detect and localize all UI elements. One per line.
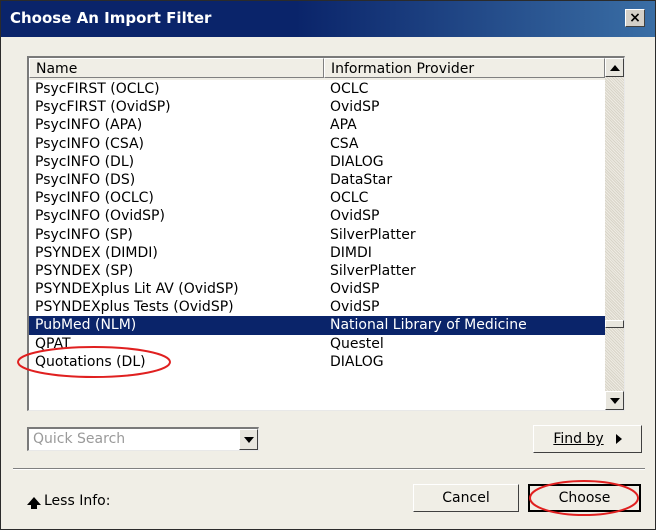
column-header-provider[interactable]: Information Provider xyxy=(324,58,605,78)
close-icon: × xyxy=(629,10,641,26)
row-name: PSYNDEX (DIMDI) xyxy=(35,244,158,261)
list-row[interactable]: PsycFIRST (OvidSP) OvidSP xyxy=(29,98,605,116)
row-provider: APA xyxy=(330,117,357,134)
row-name: PSYNDEXplus Tests (OvidSP) xyxy=(35,299,234,316)
scroll-down-button[interactable] xyxy=(605,391,624,410)
row-name: PsycINFO (DL) xyxy=(35,153,135,170)
list-row[interactable]: PsycINFO (CSA) CSA xyxy=(29,135,605,153)
vertical-scrollbar[interactable] xyxy=(605,58,624,410)
column-header-name[interactable]: Name xyxy=(29,58,324,78)
chevron-down-icon xyxy=(243,436,254,443)
list-row[interactable]: QPAT Questel xyxy=(29,335,605,353)
dialog-title: Choose An Import Filter xyxy=(10,9,212,27)
close-button[interactable]: × xyxy=(625,9,645,27)
row-provider: DIALOG xyxy=(330,353,384,370)
row-provider: CSA xyxy=(330,135,359,152)
row-name: PSYNDEX (SP) xyxy=(35,262,134,279)
row-provider: DIMDI xyxy=(330,244,372,261)
row-name: PsycINFO (DS) xyxy=(35,171,136,188)
arrow-right-icon xyxy=(615,434,622,444)
row-provider: DIALOG xyxy=(330,153,384,170)
list-row[interactable]: PsycINFO (OvidSP) OvidSP xyxy=(29,207,605,225)
row-name: Quotations (DL) xyxy=(35,353,146,370)
list-row[interactable]: PSYNDEXplus Tests (OvidSP) OvidSP xyxy=(29,298,605,316)
row-provider: OCLC xyxy=(330,190,369,207)
list-row[interactable]: PsycFIRST (OCLC) OCLC xyxy=(29,80,605,98)
row-provider: SilverPlatter xyxy=(330,226,416,243)
row-name: PsycINFO (APA) xyxy=(35,117,143,134)
cancel-button[interactable]: Cancel xyxy=(413,484,519,512)
choose-button[interactable]: Choose xyxy=(528,484,641,512)
arrow-down-icon xyxy=(609,397,620,404)
row-provider: National Library of Medicine xyxy=(330,317,527,334)
row-name: PsycINFO (SP) xyxy=(35,226,133,243)
list-row[interactable]: PsycINFO (APA) APA xyxy=(29,116,605,134)
arrow-up-icon xyxy=(609,64,620,71)
list-row[interactable]: PsycINFO (OCLC) OCLC xyxy=(29,189,605,207)
row-name: PSYNDEXplus Lit AV (OvidSP) xyxy=(35,281,239,298)
row-provider: OvidSP xyxy=(330,299,380,316)
row-name: PubMed (NLM) xyxy=(35,317,137,334)
list-row[interactable]: PsycINFO (DS) DataStar xyxy=(29,171,605,189)
separator xyxy=(13,468,645,470)
list-row[interactable]: PSYNDEX (SP) SilverPlatter xyxy=(29,262,605,280)
row-provider: OvidSP xyxy=(330,99,380,116)
import-filter-dialog: Choose An Import Filter × Name Informati… xyxy=(0,0,656,530)
find-by-label: Find by xyxy=(553,431,604,447)
scroll-up-button[interactable] xyxy=(605,58,624,77)
row-provider: DataStar xyxy=(330,171,393,188)
list-rows: PsycFIRST (OCLC) OCLC PsycFIRST (OvidSP) Ov… xyxy=(29,80,605,371)
less-info-toggle[interactable]: Less Info: xyxy=(27,493,110,509)
quick-search-combo[interactable]: Quick Search xyxy=(27,427,259,451)
find-by-button[interactable]: Find by xyxy=(533,425,642,453)
quick-search-dropdown-button[interactable] xyxy=(239,429,258,450)
filter-list[interactable]: Name Information Provider PsycFIRST (OCL… xyxy=(27,56,625,411)
row-provider: OvidSP xyxy=(330,208,380,225)
title-bar[interactable]: Choose An Import Filter × xyxy=(1,1,655,37)
row-provider: SilverPlatter xyxy=(330,262,416,279)
less-info-label: Less Info: xyxy=(44,493,111,509)
arrow-up-icon xyxy=(27,497,41,509)
list-row[interactable]: PsycINFO (DL) DIALOG xyxy=(29,153,605,171)
scroll-thumb[interactable] xyxy=(605,320,624,328)
quick-search-input[interactable]: Quick Search xyxy=(33,431,125,447)
list-header: Name Information Provider xyxy=(29,58,605,80)
list-row[interactable]: PSYNDEXplus Lit AV (OvidSP) OvidSP xyxy=(29,280,605,298)
row-provider: Questel xyxy=(330,335,384,352)
row-name: PsycFIRST (OCLC) xyxy=(35,81,160,97)
row-name: PsycFIRST (OvidSP) xyxy=(35,99,171,116)
row-name: PsycINFO (OCLC) xyxy=(35,190,154,207)
row-name: QPAT xyxy=(35,335,71,352)
row-name: PsycINFO (CSA) xyxy=(35,135,145,152)
row-provider: OCLC xyxy=(330,81,369,97)
list-row[interactable]: PubMed (NLM) National Library of Medicine xyxy=(29,316,605,335)
list-row[interactable]: PsycINFO (SP) SilverPlatter xyxy=(29,226,605,244)
row-name: PsycINFO (OvidSP) xyxy=(35,208,165,225)
list-row[interactable]: PSYNDEX (DIMDI) DIMDI xyxy=(29,244,605,262)
row-provider: OvidSP xyxy=(330,281,380,298)
list-row[interactable]: Quotations (DL) DIALOG xyxy=(29,353,605,371)
